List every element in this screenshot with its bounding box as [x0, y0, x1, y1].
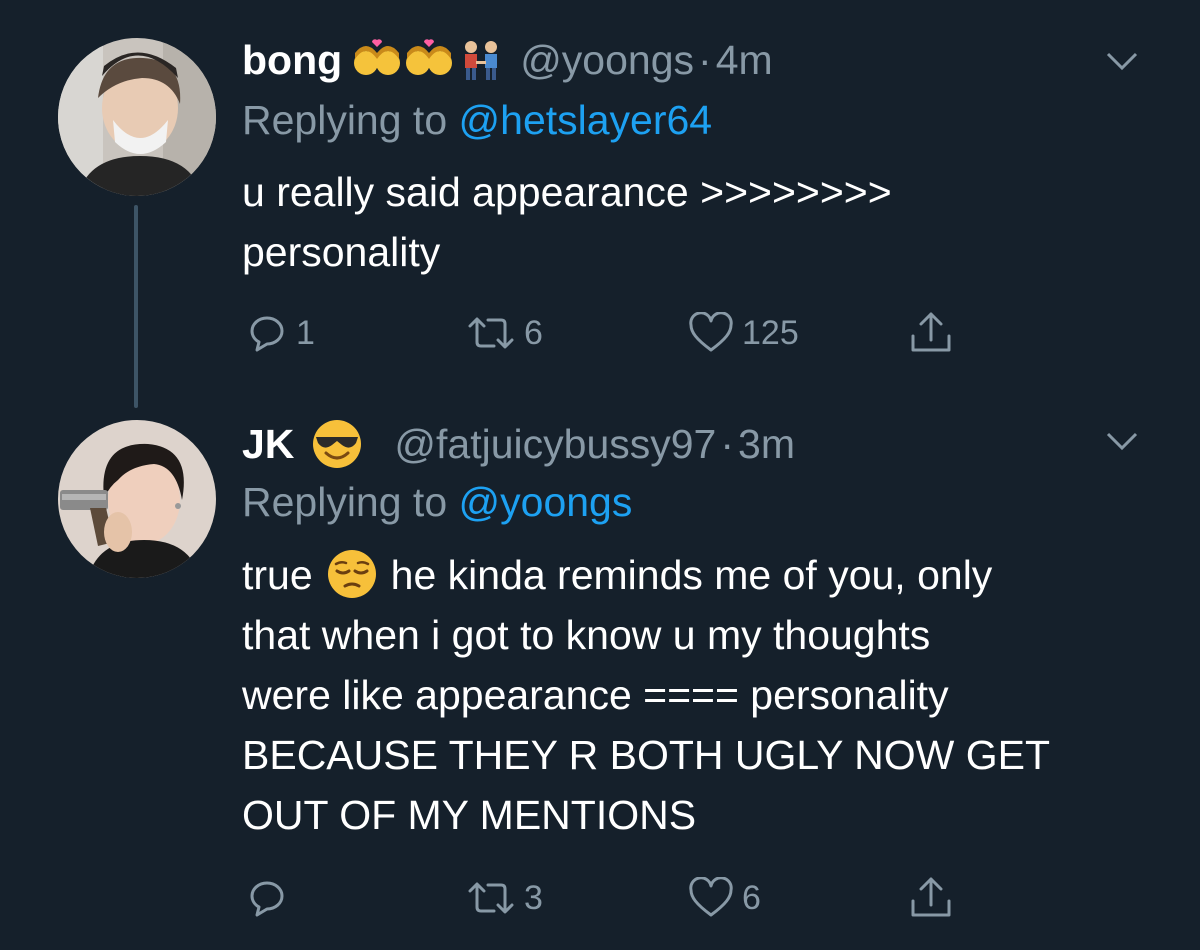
retweet-count: 3	[524, 878, 543, 917]
separator-dot: ·	[698, 37, 712, 83]
replying-to: Replying to @yoongs	[242, 478, 632, 526]
tweet-body-line: OUT OF MY MENTIONS	[242, 792, 697, 838]
share-icon	[911, 312, 951, 352]
retweet-icon	[468, 882, 514, 914]
chevron-down-icon[interactable]	[1105, 50, 1139, 72]
tweet-actions: 3 6	[0, 873, 1200, 923]
retweet-icon	[468, 317, 514, 349]
handle[interactable]: @fatjuicybussy97	[394, 420, 716, 468]
sunglasses-face-emoji	[313, 420, 362, 468]
share-button[interactable]	[908, 308, 954, 358]
tweet-body-line: true he kinda reminds me of you, only	[242, 545, 1142, 605]
tweet-body-line: were like appearance ==== personality	[242, 672, 949, 718]
handle[interactable]: @yoongs	[520, 36, 694, 84]
avatar[interactable]	[58, 38, 216, 196]
tweet-header: bong @yoongs · 4m	[242, 36, 773, 84]
like-count: 6	[742, 878, 761, 917]
tweet-actions: 1 6 125	[0, 308, 1200, 358]
chevron-down-icon[interactable]	[1105, 430, 1139, 452]
replying-prefix: Replying to	[242, 97, 459, 143]
share-button[interactable]	[908, 873, 954, 923]
avatar[interactable]	[58, 420, 216, 578]
replying-mention[interactable]: @hetslayer64	[459, 97, 713, 143]
timestamp[interactable]: 3m	[738, 420, 795, 468]
like-button[interactable]: 6	[688, 873, 761, 923]
tweet-body-line: personality	[242, 229, 441, 275]
tweet-body-line: that when i got to know u my thoughts	[242, 612, 931, 658]
like-count: 125	[742, 313, 799, 352]
reply-icon	[250, 881, 284, 917]
heart-icon	[689, 877, 733, 917]
replying-mention[interactable]: @yoongs	[459, 479, 633, 525]
tweet-body-line: u really said appearance >>>>>>>>	[242, 169, 892, 215]
tweet-body-line: BECAUSE THEY R BOTH UGLY NOW GET	[242, 732, 1051, 778]
reply-icon	[250, 316, 284, 352]
name-emojis	[352, 37, 506, 83]
heart-icon	[689, 312, 733, 352]
men-holding-hands-emoji	[465, 41, 498, 80]
tweet-body: u really said appearance >>>>>>>> person…	[242, 162, 1142, 282]
thread-connector-line	[134, 205, 138, 408]
kiss-woman-woman-emoji	[406, 39, 453, 75]
share-icon	[911, 877, 951, 917]
tweet-body: true he kinda reminds me of you, only th…	[242, 545, 1142, 845]
reply-button[interactable]: 1	[246, 308, 315, 358]
kiss-woman-woman-emoji	[354, 39, 401, 75]
name-emojis	[310, 417, 364, 471]
body-text-rest: he kinda reminds me of you, only	[390, 552, 993, 598]
replying-prefix: Replying to	[242, 479, 459, 525]
body-text-start: true	[242, 552, 313, 598]
tweet-header: JK @fatjuicybussy97 · 3m	[242, 417, 795, 471]
display-name[interactable]: JK	[242, 420, 294, 468]
retweet-button[interactable]: 6	[466, 308, 543, 358]
reply-button[interactable]	[246, 873, 296, 923]
retweet-button[interactable]: 3	[466, 873, 543, 923]
like-button[interactable]: 125	[688, 308, 799, 358]
pensive-face-emoji	[325, 547, 379, 601]
timestamp[interactable]: 4m	[716, 36, 773, 84]
reply-count: 1	[296, 313, 315, 352]
replying-to: Replying to @hetslayer64	[242, 96, 712, 144]
separator-dot: ·	[720, 421, 735, 467]
display-name[interactable]: bong	[242, 36, 342, 84]
retweet-count: 6	[524, 313, 543, 352]
